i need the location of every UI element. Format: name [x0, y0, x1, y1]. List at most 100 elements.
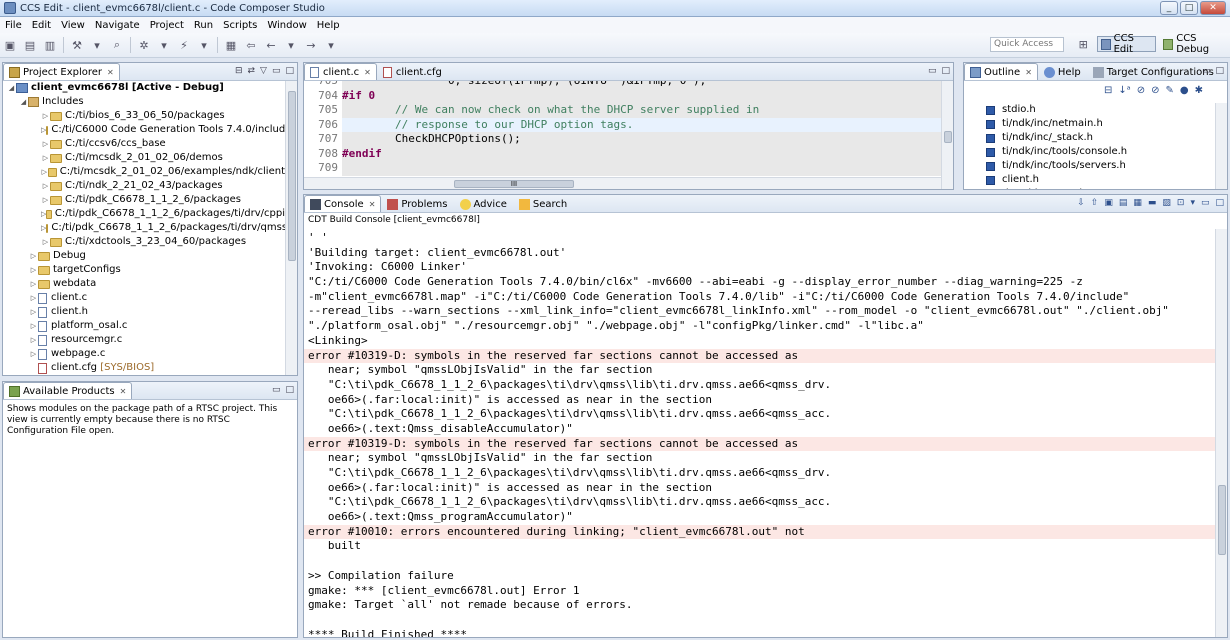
close-icon[interactable]: ✕ — [369, 200, 376, 209]
show-console-icon[interactable]: ▬ — [1148, 198, 1157, 208]
maximize-icon[interactable]: □ — [1215, 66, 1224, 76]
build-icon[interactable]: ⚒ — [69, 37, 85, 53]
sort-icon[interactable]: ↓ᵃ — [1118, 85, 1130, 96]
back-arrow-icon[interactable]: ⇦ — [243, 37, 259, 53]
menu-file[interactable]: File — [0, 20, 27, 31]
flash-icon[interactable]: ⚡ — [176, 37, 192, 53]
close-icon[interactable]: ✕ — [107, 68, 114, 77]
minimize-icon[interactable]: ▭ — [1202, 66, 1211, 76]
dropdown-icon[interactable]: ▾ — [89, 37, 105, 53]
open-perspective-icon[interactable]: ⊞ — [1076, 36, 1091, 52]
outline-include-item[interactable]: ti/ndk/inc/_stack.h — [964, 131, 1215, 145]
tab-available-products[interactable]: Available Products ✕ — [3, 382, 133, 399]
new-icon[interactable]: ▣ — [2, 37, 18, 53]
tree-file[interactable]: ▷ platform_osal.c — [3, 319, 285, 333]
tab-console[interactable]: Console ✕ — [304, 195, 382, 212]
new-console-icon[interactable]: ⊡ — [1177, 198, 1185, 208]
expand-icon[interactable]: ▷ — [29, 263, 38, 277]
dropdown-icon[interactable]: ▾ — [196, 37, 212, 53]
tab-target-configurations[interactable]: Target Configurations — [1087, 63, 1220, 80]
pin-icon[interactable]: ⇧ — [1091, 198, 1099, 208]
tree-include-path[interactable]: ▷ C:/ti/mcsdk_2_01_02_06/examples/ndk/cli… — [3, 165, 285, 179]
outline-include-item[interactable]: client.h — [964, 173, 1215, 187]
quick-access-input[interactable]: Quick Access — [990, 37, 1064, 52]
menu-view[interactable]: View — [56, 20, 90, 31]
tree-file[interactable]: ▷ client.c — [3, 291, 285, 305]
code-line[interactable]: 709 — [304, 161, 941, 176]
maximize-icon[interactable]: □ — [285, 66, 294, 76]
minimize-icon[interactable]: ▭ — [1201, 198, 1210, 208]
maximize-icon[interactable]: □ — [285, 385, 294, 395]
perspective-ccs-edit[interactable]: CCS Edit — [1096, 33, 1157, 55]
tab-client-c[interactable]: client.c ✕ — [304, 63, 377, 80]
close-icon[interactable]: ✕ — [364, 68, 371, 77]
code-line[interactable]: 707 CheckDHCPOptions(); — [304, 132, 941, 147]
tree-folder[interactable]: ▷ webdata — [3, 277, 285, 291]
hide-fields-icon[interactable]: ⊘ — [1137, 85, 1145, 96]
code-editor[interactable]: 705 0, sizeof(IPTmp), (UINT8 *)&IPTmp, 0… — [304, 81, 941, 177]
menu-window[interactable]: Window — [262, 20, 311, 31]
outline-include-item[interactable]: ti/ndk/inc/tools/servers.h — [964, 159, 1215, 173]
tab-search[interactable]: Search — [513, 195, 573, 212]
editor-vscrollbar[interactable] — [941, 81, 953, 189]
console-scrollbar[interactable] — [1215, 229, 1227, 637]
perspective-ccs-debug[interactable]: CCS Debug — [1160, 33, 1230, 55]
debug-icon[interactable]: ✲ — [136, 37, 152, 53]
menu-run[interactable]: Run — [189, 20, 218, 31]
minimize-icon[interactable]: ▭ — [272, 385, 281, 395]
hide-members-icon[interactable]: ● — [1180, 85, 1189, 96]
tree-folder[interactable]: ▷ targetConfigs — [3, 263, 285, 277]
minimize-icon[interactable]: ▭ — [928, 66, 937, 76]
outline-include-item[interactable]: stdio.h — [964, 103, 1215, 117]
copy-icon[interactable]: ▦ — [1133, 198, 1142, 208]
code-line[interactable]: 705 // We can now check on what the DHCP… — [304, 103, 941, 118]
tree-include-path[interactable]: ▷ C:/ti/pdk_C6678_1_1_2_6/packages/ti/drv… — [3, 221, 285, 235]
hide-static-icon[interactable]: ⊘ — [1151, 85, 1159, 96]
menu-scripts[interactable]: Scripts — [218, 20, 262, 31]
collapse-all-icon[interactable]: ⊟ — [1104, 85, 1112, 96]
menu-edit[interactable]: Edit — [27, 20, 56, 31]
hide-nonpublic-icon[interactable]: ✎ — [1165, 85, 1173, 96]
tab-help[interactable]: Help — [1038, 63, 1087, 80]
maximize-icon[interactable]: □ — [1215, 198, 1224, 208]
outline-include-item[interactable]: ti/sysbios/BIOS.h — [964, 187, 1215, 189]
display-selected-icon[interactable]: ▨ — [1162, 198, 1171, 208]
menu-project[interactable]: Project — [145, 20, 189, 31]
tree-include-path[interactable]: ▷ C:/ti/xdctools_3_23_04_60/packages — [3, 235, 285, 249]
open-console-icon[interactable]: ▾ — [1190, 198, 1195, 208]
editor-hscrollbar[interactable]: III — [304, 177, 941, 189]
outline-include-item[interactable]: ti/ndk/inc/netmain.h — [964, 117, 1215, 131]
expand-icon[interactable]: ▷ — [29, 333, 38, 347]
tree-project[interactable]: ◢ client_evmc6678l [Active - Debug] — [3, 81, 285, 95]
expand-icon[interactable]: ▷ — [29, 319, 38, 333]
layout-icon[interactable]: ▦ — [223, 37, 239, 53]
expand-icon[interactable]: ▷ — [41, 109, 50, 123]
expand-icon[interactable]: ▷ — [41, 179, 50, 193]
back-icon[interactable]: ← — [263, 37, 279, 53]
link-editor-icon[interactable]: ⇄ — [248, 66, 256, 76]
tab-project-explorer[interactable]: Project Explorer ✕ — [3, 63, 120, 80]
tab-outline[interactable]: Outline ✕ — [964, 63, 1038, 80]
tree-include-path[interactable]: ▷ C:/ti/pdk_C6678_1_1_2_6/packages — [3, 193, 285, 207]
scroll-lock-icon[interactable]: ⇩ — [1077, 198, 1085, 208]
menu-help[interactable]: Help — [312, 20, 345, 31]
tree-folder[interactable]: ▷ Debug — [3, 249, 285, 263]
search-icon[interactable]: ⌕ — [109, 37, 125, 53]
expand-icon[interactable]: ▷ — [29, 249, 38, 263]
expand-icon[interactable]: ▷ — [41, 151, 50, 165]
maximize-icon[interactable]: □ — [941, 66, 950, 76]
expand-icon[interactable]: ◢ — [7, 81, 16, 95]
clear-console-icon[interactable]: ▤ — [1119, 198, 1128, 208]
minimize-icon[interactable]: ▭ — [272, 66, 281, 76]
tree-file[interactable]: ▷ resourcemgr.c — [3, 333, 285, 347]
save-all-icon[interactable]: ▥ — [42, 37, 58, 53]
save-icon[interactable]: ▤ — [22, 37, 38, 53]
dropdown-icon[interactable]: ▾ — [323, 37, 339, 53]
minimize-button[interactable]: _ — [1160, 1, 1178, 15]
dropdown-icon[interactable]: ▾ — [156, 37, 172, 53]
tree-file[interactable]: ▷ client.h — [3, 305, 285, 319]
code-line[interactable]: 705 0, sizeof(IPTmp), (UINT8 *)&IPTmp, 0… — [304, 81, 941, 89]
tab-problems[interactable]: Problems — [381, 195, 453, 212]
tree-file[interactable]: ▷ webpage.c — [3, 347, 285, 361]
tab-advice[interactable]: Advice — [454, 195, 513, 212]
